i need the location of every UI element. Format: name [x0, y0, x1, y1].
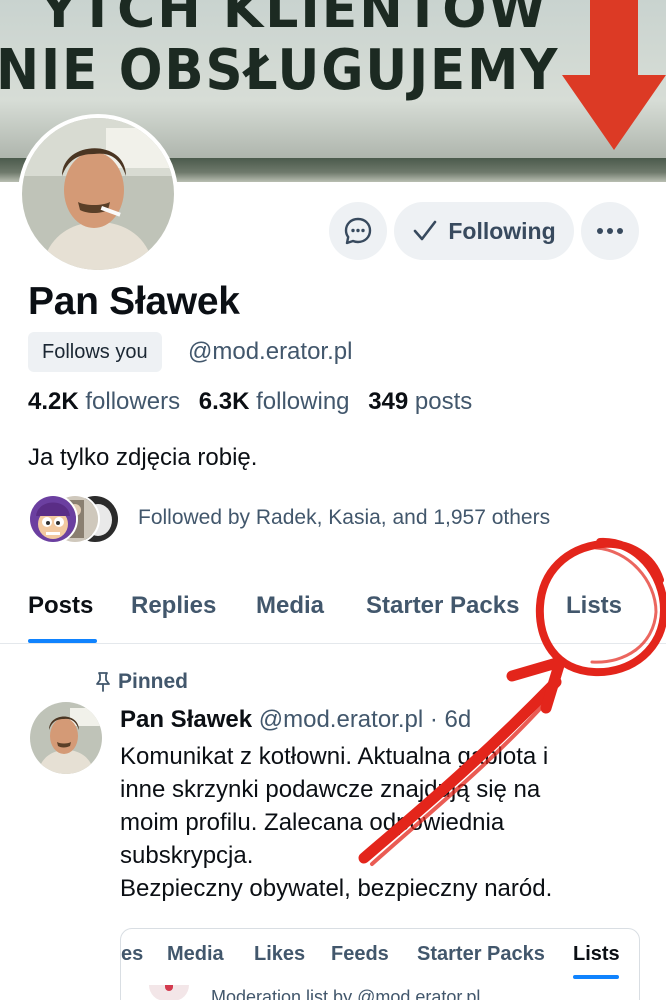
tab-posts[interactable]: Posts [28, 592, 93, 620]
post-text[interactable]: Komunikat z kotłowni. Aktualna gablota i… [120, 740, 640, 905]
following-label: following [256, 388, 350, 415]
post-text-line: subskrypcja. [120, 842, 254, 869]
followers-label: followers [85, 388, 181, 415]
known-followers-avatars [28, 494, 124, 544]
chat-bubble-icon [344, 217, 372, 245]
profile-bio: Ja tylko zdjęcia robię. [28, 444, 258, 471]
pinned-indicator: Pinned [94, 670, 188, 694]
known-follower-avatar [28, 494, 78, 544]
tab-starter-packs[interactable]: Starter Packs [366, 592, 519, 620]
message-button[interactable] [329, 202, 387, 260]
followers-count: 4.2K [28, 388, 79, 415]
posts-count: 349 [368, 388, 409, 415]
embed-tab-likes: Likes [254, 943, 306, 965]
follows-you-badge: Follows you [28, 332, 162, 372]
embed-tab-lists: Lists [573, 943, 620, 965]
following-count: 6.3K [198, 388, 250, 415]
profile-handle[interactable]: @mod.erator.pl [188, 338, 352, 366]
profile-avatar[interactable] [18, 114, 178, 274]
following-button-label: Following [448, 217, 556, 244]
banner-sign-line-1: YTCH KLIENTÓW [40, 0, 548, 40]
active-tab-indicator [28, 639, 97, 643]
post-text-line: inne skrzynki podawcze znajdują się na [120, 776, 541, 803]
avatar-photo [22, 118, 174, 270]
following-link[interactable]: 6.3K following [199, 388, 350, 415]
embed-active-tab-indicator [573, 975, 619, 979]
moderation-list-icon [149, 985, 189, 1000]
post-author-name[interactable]: Pan Sławek [120, 706, 252, 733]
tab-replies[interactable]: Replies [131, 592, 216, 620]
posts-label: posts [414, 388, 473, 415]
post-author-avatar[interactable] [30, 702, 102, 774]
post-author-handle[interactable]: @mod.erator.pl [259, 706, 423, 733]
profile-stats: 4.2K followers 6.3K following 349 posts [28, 388, 472, 416]
profile-tabs: Posts Replies Media Starter Packs Lists [0, 580, 666, 644]
profile-display-name: Pan Sławek [28, 280, 240, 323]
following-button[interactable]: Following [394, 202, 574, 260]
banner-sign-line-2: NIE OBSŁUGUJEMY [0, 38, 560, 103]
known-followers[interactable]: Followed by Radek, Kasia, and 1,957 othe… [28, 494, 550, 544]
embed-tab-starter-packs: Starter Packs [417, 943, 545, 965]
post-text-line: Bezpieczny obywatel, bezpieczny naród. [120, 875, 553, 902]
post-text-line: moim profilu. Zalecana odpowiednia [120, 809, 505, 836]
pinned-label: Pinned [118, 670, 189, 693]
post-time[interactable]: · 6d [430, 706, 471, 733]
tab-media[interactable]: Media [256, 592, 324, 620]
posts-stat: 349 posts [368, 388, 472, 415]
more-options-button[interactable] [581, 202, 639, 260]
followers-link[interactable]: 4.2K followers [28, 388, 180, 415]
post-header: Pan Sławek @mod.erator.pl · 6d [120, 706, 471, 734]
post-text-line: Komunikat z kotłowni. Aktualna gablota i [120, 743, 549, 770]
ellipsis-icon [597, 228, 623, 234]
known-followers-text: Followed by Radek, Kasia, and 1,957 othe… [138, 506, 551, 529]
post-embedded-image[interactable]: es Media Likes Feeds Starter Packs Lists… [120, 928, 640, 1000]
tab-lists[interactable]: Lists [566, 592, 622, 620]
banner-arrow-graphic [562, 0, 666, 150]
embed-tab-media: Media [167, 943, 224, 965]
embed-tab-feeds: Feeds [331, 943, 389, 965]
embed-tab-partial: es [121, 943, 144, 965]
pin-icon [96, 672, 110, 692]
embed-list-subtitle: Moderation list by @mod.erator.pl [211, 987, 481, 1000]
checkmark-icon [414, 220, 437, 241]
